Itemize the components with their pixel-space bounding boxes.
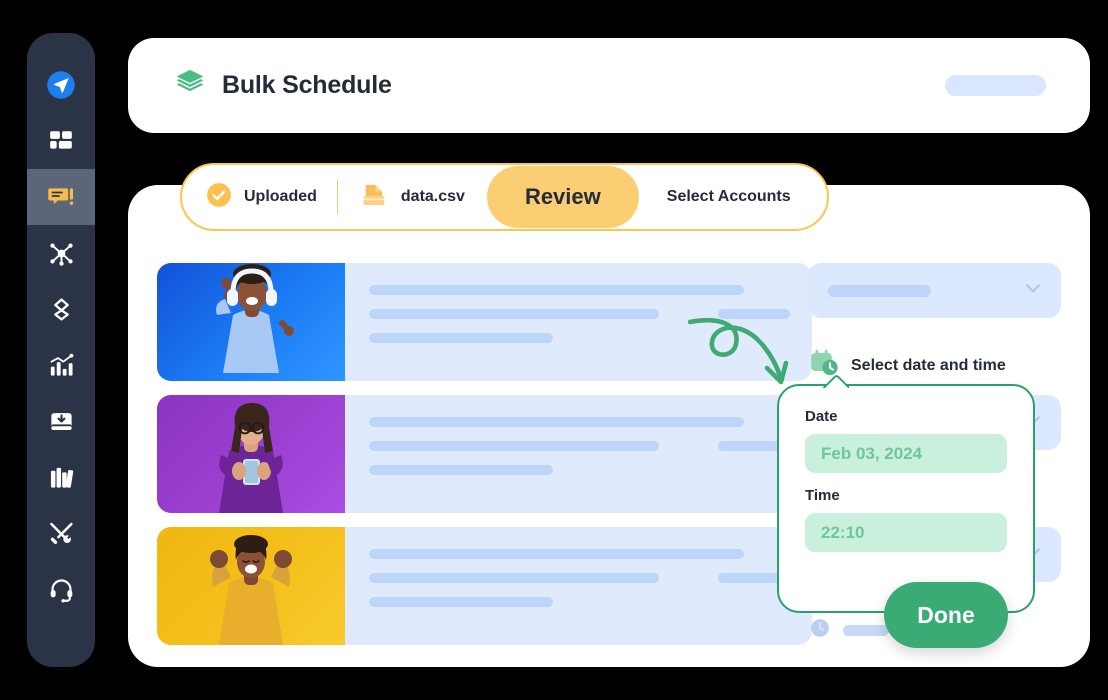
time-field-value: 22:10 [821,522,865,542]
send-icon [46,70,76,100]
network-icon [48,240,75,267]
tab-review-label: Review [524,184,601,209]
skeleton-line [369,333,553,343]
skeleton-line [369,597,553,607]
check-circle-icon [206,182,232,213]
popup-notch [823,375,849,388]
table-row[interactable] [157,527,812,645]
date-field[interactable]: Feb 03, 2024 [805,434,1007,473]
date-field-value: Feb 03, 2024 [821,443,923,463]
sidebar-item-influencers[interactable] [27,281,95,337]
post-thumbnail-yellow [157,527,345,645]
placeholder-bar [843,625,889,636]
skeleton-line [369,285,744,295]
post-thumbnail-blue [157,263,345,381]
sidebar [27,33,95,667]
dashboard-icon [48,128,74,154]
tools-icon [48,520,75,547]
account-select-1[interactable] [808,263,1061,318]
tab-uploaded[interactable]: Uploaded [198,169,337,225]
clock-icon [809,617,831,644]
support-icon [48,576,75,603]
sidebar-item-library[interactable] [27,449,95,505]
library-icon [48,464,75,491]
page-header: Bulk Schedule [128,38,1090,133]
datetime-popup: Date Feb 03, 2024 Time 22:10 [777,384,1035,613]
post-content-skeleton [345,527,812,645]
time-field[interactable]: 22:10 [805,513,1007,552]
time-field-label: Time [805,487,840,504]
post-content-skeleton [345,395,812,513]
skeleton-line [369,309,659,319]
skeleton-line [369,441,659,451]
skeleton-line [369,417,744,427]
sidebar-item-support[interactable] [27,561,95,617]
skeleton-line [369,465,553,475]
brand: Bulk Schedule [174,67,392,104]
done-button[interactable]: Done [884,582,1008,648]
diamond-icon [48,296,75,323]
page-title: Bulk Schedule [222,71,392,99]
sidebar-item-engage[interactable] [27,169,95,225]
tab-review[interactable]: Review [486,166,639,228]
table-row[interactable] [157,263,812,381]
comments-icon [47,183,75,211]
post-list [157,263,812,659]
sidebar-item-dashboard[interactable] [27,113,95,169]
sidebar-item-tools[interactable] [27,505,95,561]
date-field-label: Date [805,408,838,425]
analytics-icon [48,352,75,379]
header-placeholder-chip[interactable] [945,75,1046,96]
tab-file-label: data.csv [400,188,465,205]
sidebar-item-inbox[interactable] [27,393,95,449]
sidebar-item-analytics[interactable] [27,337,95,393]
skeleton-line [369,573,659,583]
tab-select-accounts-label: Select Accounts [666,188,791,205]
sidebar-item-listening[interactable] [27,225,95,281]
post-thumbnail-purple [157,395,345,513]
schedule-time-peek [809,617,889,644]
chevron-down-icon [1023,278,1043,303]
placeholder-bar [828,284,931,297]
layers-icon [174,67,206,104]
table-row[interactable] [157,395,812,513]
sidebar-item-publish[interactable] [27,57,95,113]
tab-select-accounts[interactable]: Select Accounts [639,169,821,225]
tab-file[interactable]: data.csv [338,169,487,225]
tab-uploaded-label: Uploaded [244,188,317,205]
app-window: Bulk Schedule Select date and time Uploa… [0,0,1108,700]
skeleton-tag [718,309,790,319]
datetime-trigger-label: Select date and time [851,356,1006,374]
stepper-tabs: Uploaded data.csv Review Select Accounts [180,163,829,231]
csv-file-icon [360,181,388,214]
inbox-icon [48,408,75,435]
post-content-skeleton [345,263,812,381]
skeleton-line [369,549,744,559]
